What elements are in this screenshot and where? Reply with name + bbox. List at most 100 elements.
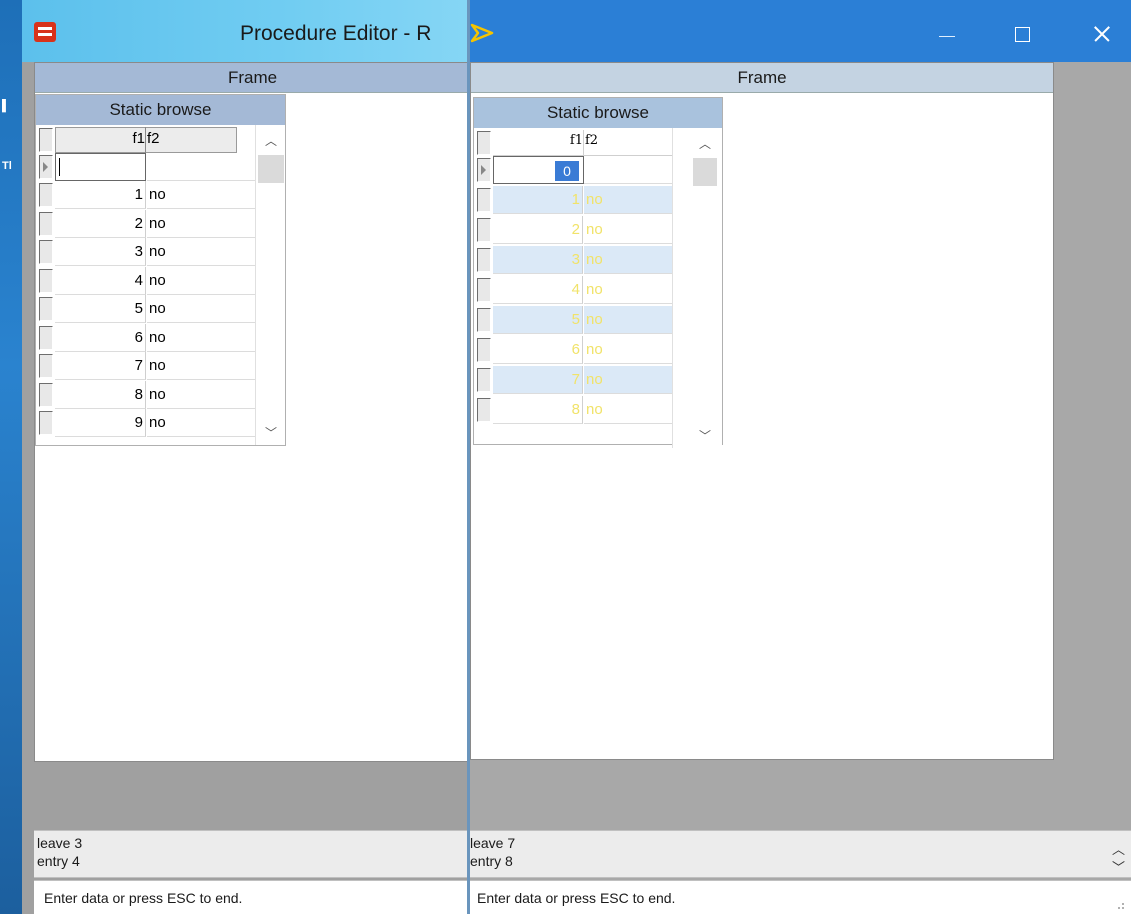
browse-scrollbar[interactable]: ︿ ﹀ <box>672 128 722 448</box>
table-row[interactable]: 6 no <box>36 323 256 352</box>
table-row[interactable]: 2 no <box>474 216 694 244</box>
f2-cell[interactable]: no <box>584 216 676 244</box>
f1-cell[interactable]: 3 <box>493 246 583 274</box>
row-selector[interactable] <box>39 411 53 435</box>
chevron-down-icon[interactable]: ﹀ <box>693 426 717 446</box>
table-row[interactable]: 3 no <box>474 246 694 274</box>
table-row[interactable]: 6 no <box>474 336 694 364</box>
browse-scrollbar[interactable]: ︿ ﹀ <box>255 125 285 445</box>
f1-edit-field[interactable] <box>55 153 146 181</box>
static-browse[interactable]: Static browse f1 f2 0 1 no 2 no 3 no 4 n… <box>473 97 723 448</box>
row-selector[interactable] <box>477 368 491 392</box>
table-row[interactable]: 2 no <box>36 209 256 238</box>
row-selector[interactable] <box>39 183 53 207</box>
table-row[interactable]: 4 no <box>474 276 694 304</box>
f1-cell[interactable]: 2 <box>493 216 583 244</box>
chevron-up-icon[interactable]: ︿ <box>256 131 286 151</box>
selected-value[interactable]: 0 <box>555 161 579 181</box>
row-selector-current[interactable] <box>477 158 491 182</box>
right-procedure-window: Frame Static browse f1 f2 0 1 no 2 no 3 … <box>467 0 1131 914</box>
f1-cell[interactable]: 1 <box>55 181 146 209</box>
table-row[interactable]: 1 no <box>474 186 694 214</box>
f1-cell[interactable]: 4 <box>493 276 583 304</box>
row-selector[interactable] <box>39 240 53 264</box>
f2-cell[interactable]: no <box>147 181 255 209</box>
resize-grip-icon[interactable] <box>1113 898 1125 910</box>
chevron-down-icon[interactable]: ﹀ <box>256 423 286 443</box>
f1-edit-field[interactable]: 0 <box>493 156 584 184</box>
maximize-button[interactable] <box>1000 14 1044 52</box>
static-browse[interactable]: Static browse f1 f2 1 no 2 no 3 no 4 no … <box>35 94 286 446</box>
scroll-thumb[interactable] <box>693 158 717 186</box>
row-selector[interactable] <box>477 278 491 302</box>
row-selector[interactable] <box>39 211 53 236</box>
table-row[interactable]: 3 no <box>36 238 256 266</box>
table-row[interactable]: 5 no <box>36 295 256 323</box>
f2-cell[interactable]: no <box>147 352 255 380</box>
f1-cell[interactable]: 1 <box>493 186 583 214</box>
row-selector[interactable] <box>477 218 491 242</box>
f2-cell[interactable]: no <box>147 238 255 266</box>
table-row[interactable]: 4 no <box>36 266 256 295</box>
column-header-f2[interactable]: f2 <box>585 133 598 148</box>
f2-cell[interactable]: no <box>584 396 676 424</box>
row-selector[interactable] <box>39 297 53 321</box>
right-titlebar[interactable] <box>467 0 1131 62</box>
f2-cell[interactable]: no <box>147 409 255 437</box>
f1-cell[interactable]: 4 <box>55 266 146 295</box>
table-row[interactable]: 1 no <box>36 181 256 209</box>
f2-cell[interactable]: no <box>584 186 676 214</box>
left-titlebar[interactable]: Procedure Editor - R <box>22 0 471 62</box>
f1-cell[interactable]: 8 <box>55 380 146 409</box>
table-row[interactable]: 8 no <box>474 396 694 424</box>
f1-cell[interactable]: 7 <box>55 352 146 380</box>
f1-cell[interactable]: 6 <box>493 336 583 364</box>
row-selector[interactable] <box>477 308 491 332</box>
f1-cell[interactable]: 5 <box>55 295 146 323</box>
column-header-f2[interactable]: f2 <box>147 130 160 147</box>
f2-cell[interactable]: no <box>584 336 676 364</box>
f2-cell[interactable]: no <box>147 324 255 352</box>
f2-cell[interactable]: no <box>584 246 676 274</box>
f1-cell[interactable]: 5 <box>493 306 583 334</box>
f2-cell[interactable]: no <box>147 381 255 409</box>
table-row[interactable]: 7 no <box>36 352 256 380</box>
chevron-down-icon[interactable]: ﹀ <box>1112 857 1125 876</box>
row-selector[interactable] <box>39 354 53 378</box>
f1-cell[interactable]: 7 <box>493 366 583 394</box>
f2-cell[interactable]: no <box>147 210 255 238</box>
table-row[interactable]: 5 no <box>474 306 694 334</box>
chevron-up-icon[interactable]: ︿ <box>693 134 717 154</box>
column-header-f1[interactable]: f1 <box>55 130 145 147</box>
row-selector[interactable] <box>39 268 53 293</box>
row-selector[interactable] <box>39 325 53 350</box>
column-header-f1[interactable]: f1 <box>493 133 583 148</box>
f1-cell[interactable]: 2 <box>55 209 146 238</box>
f2-cell[interactable]: no <box>584 276 676 304</box>
chevron-up-icon[interactable]: ︿ <box>1112 839 1125 858</box>
table-row[interactable]: 9 no <box>36 409 256 437</box>
close-button[interactable] <box>1080 14 1124 52</box>
f2-cell[interactable]: no <box>147 267 255 295</box>
row-selector[interactable] <box>477 248 491 272</box>
row-selector[interactable] <box>39 382 53 407</box>
table-row-edit[interactable] <box>36 153 256 181</box>
minimize-button[interactable] <box>925 14 969 52</box>
f1-cell[interactable]: 9 <box>55 409 146 437</box>
scroll-thumb[interactable] <box>258 155 284 183</box>
row-selector[interactable] <box>477 188 491 212</box>
table-row[interactable]: 8 no <box>36 380 256 409</box>
f1-cell[interactable]: 8 <box>493 396 583 424</box>
f2-cell[interactable]: no <box>147 295 255 323</box>
f2-cell[interactable]: no <box>584 366 676 394</box>
row-selector-current[interactable] <box>39 155 53 179</box>
table-row[interactable]: 7 no <box>474 366 694 394</box>
f1-cell[interactable]: 6 <box>55 323 146 352</box>
f1-cell[interactable]: 3 <box>55 238 146 266</box>
row-selector[interactable] <box>477 338 491 362</box>
f2-cell[interactable] <box>147 153 255 181</box>
f2-cell[interactable] <box>584 156 676 184</box>
row-selector[interactable] <box>477 398 491 422</box>
table-row-edit[interactable]: 0 <box>474 156 694 184</box>
f2-cell[interactable]: no <box>584 306 676 334</box>
